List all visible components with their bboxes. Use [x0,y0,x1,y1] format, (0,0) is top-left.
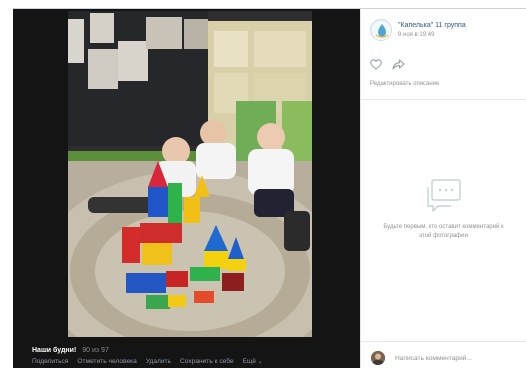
divider [361,341,526,342]
comments-icon [426,179,461,212]
photo-image [68,11,312,337]
share-button[interactable]: Поделиться [32,358,68,365]
comment-box [371,351,525,365]
photo-counter: 90 из 97 [82,347,109,354]
photo[interactable] [68,11,312,337]
user-avatar[interactable] [371,351,385,365]
more-button[interactable]: Ещё [243,358,263,365]
author-block: "Капелька" 11 группа 9 ноя в 19:49 [370,19,466,41]
photo-modal: Наши будни! 90 из 97 Поделиться Отметить… [13,8,526,368]
drop-logo-icon [372,21,391,40]
share-arrow-icon[interactable] [392,59,405,70]
tag-person-button[interactable]: Отметить человека [77,358,136,365]
photo-viewer: Наши будни! 90 из 97 Поделиться Отметить… [13,9,360,368]
empty-comments: Будьте первым, кто оставит комментарий к… [361,179,526,241]
photo-caption: Наши будни! 90 из 97 [32,347,109,354]
group-avatar[interactable] [370,19,392,41]
comment-input[interactable] [395,354,525,362]
post-date: 9 ноя в 19:49 [398,32,435,38]
photo-actions: Поделиться Отметить человека Удалить Сох… [32,358,263,365]
photo-reactions [370,59,405,70]
empty-comments-text: Будьте первым, кто оставит комментарий к… [383,224,504,239]
heart-icon[interactable] [370,59,382,70]
save-to-self-button[interactable]: Сохранить к себе [180,358,234,365]
delete-button[interactable]: Удалить [146,358,171,365]
group-name-link[interactable]: "Капелька" 11 группа [398,22,466,29]
info-panel: "Капелька" 11 группа 9 ноя в 19:49 Редак… [360,9,526,368]
edit-description-link[interactable]: Редактировать описание [370,81,439,87]
divider [361,99,526,100]
avatar-photo-icon [371,351,385,365]
caption-title: Наши будни! [32,347,77,354]
